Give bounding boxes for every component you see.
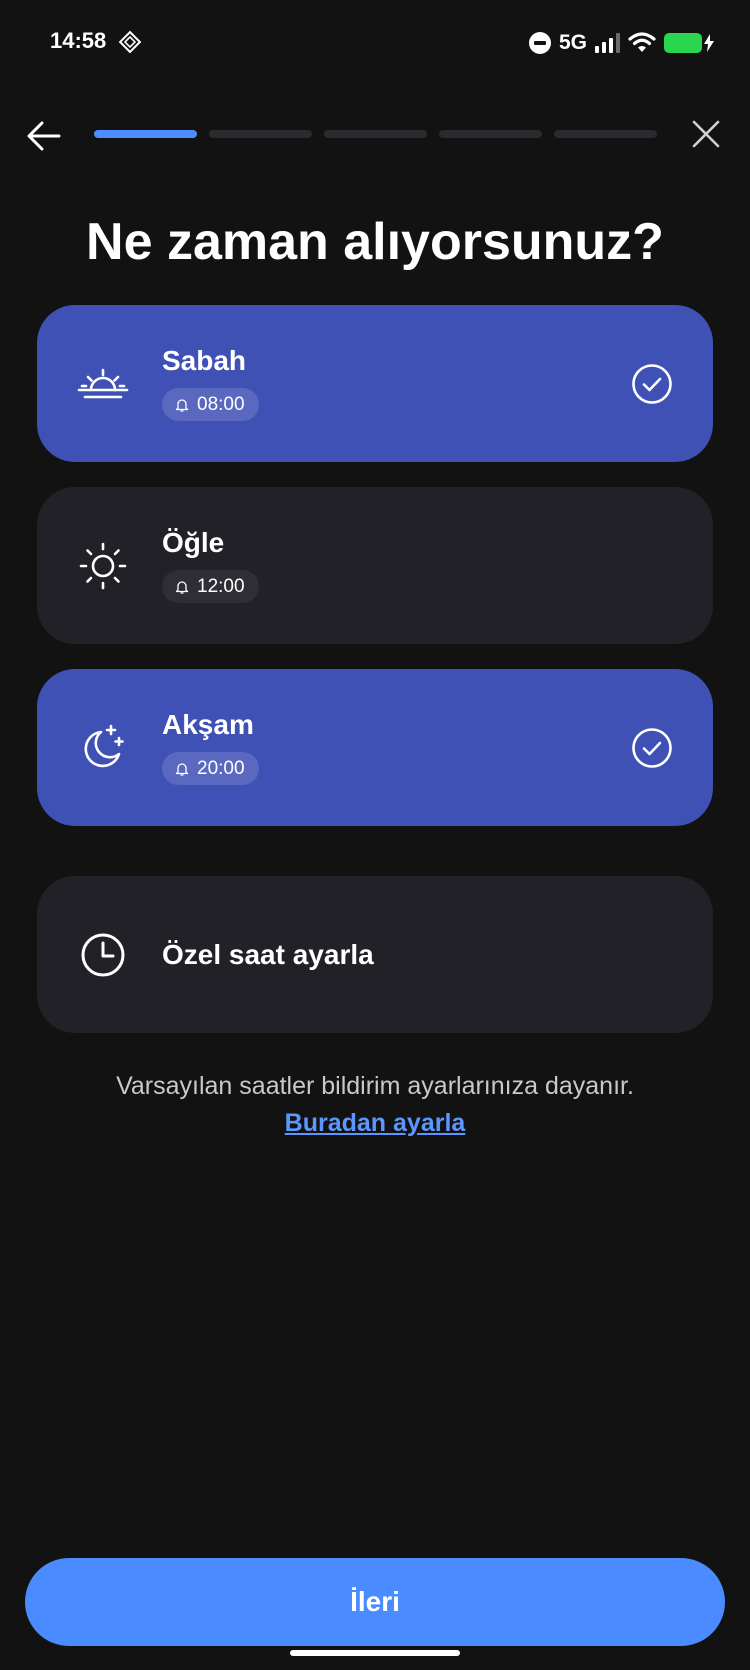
- clock-icon: [81, 933, 125, 976]
- custom-time-card[interactable]: Özel saat ayarla: [37, 876, 713, 1033]
- status-bar: 14:58 5G: [0, 0, 750, 90]
- progress-step: [324, 130, 427, 138]
- do-not-disturb-icon: [528, 32, 551, 54]
- bell-icon: [175, 762, 189, 776]
- check-circle-icon: [632, 727, 672, 768]
- option-card-ogle[interactable]: Öğle 12:00: [37, 487, 713, 644]
- screen: 14:58 5G Ne zaman alıyorsunuz? Sabah 08:…: [0, 0, 750, 1670]
- network-label: 5G: [558, 31, 587, 54]
- option-time-badge: 12:00: [162, 570, 259, 603]
- progress-indicator: [94, 130, 657, 138]
- bell-icon: [175, 398, 189, 412]
- home-indicator: [290, 1650, 460, 1656]
- option-time-badge: 08:00: [162, 388, 259, 421]
- app-notification-icon: [118, 30, 142, 54]
- option-label: Öğle: [162, 527, 225, 558]
- status-icons: 5G: [528, 30, 714, 56]
- close-icon[interactable]: [690, 118, 722, 150]
- option-label: Akşam: [162, 709, 254, 740]
- option-card-aksam[interactable]: Akşam 20:00: [37, 669, 713, 826]
- option-card-sabah[interactable]: Sabah 08:00: [37, 305, 713, 462]
- option-time: 08:00: [197, 393, 245, 415]
- option-label: Sabah: [162, 345, 247, 376]
- progress-step: [554, 130, 657, 138]
- sun-icon: [79, 542, 127, 589]
- progress-step: [209, 130, 312, 138]
- status-time: 14:58: [50, 28, 107, 53]
- check-circle-icon: [632, 363, 672, 404]
- option-time: 12:00: [197, 575, 245, 597]
- progress-step: [94, 130, 197, 138]
- option-time: 20:00: [197, 757, 245, 779]
- battery-charging-icon: [664, 33, 714, 53]
- default-times-note: Varsayılan saatler bildirim ayarlarınıza…: [116, 1072, 634, 1100]
- signal-icon: [595, 33, 620, 53]
- wifi-icon: [628, 32, 656, 52]
- notification-settings-link[interactable]: Buradan ayarla: [0, 1109, 750, 1138]
- moon-stars-icon: [84, 724, 124, 767]
- next-button[interactable]: İleri: [25, 1558, 725, 1646]
- sunrise-icon: [77, 368, 129, 398]
- custom-time-label: Özel saat ayarla: [162, 938, 374, 970]
- page-title: Ne zaman alıyorsunuz?: [86, 213, 664, 271]
- arrow-left-icon[interactable]: [26, 118, 62, 154]
- progress-step: [439, 130, 542, 138]
- bell-icon: [175, 580, 189, 594]
- option-time-badge: 20:00: [162, 752, 259, 785]
